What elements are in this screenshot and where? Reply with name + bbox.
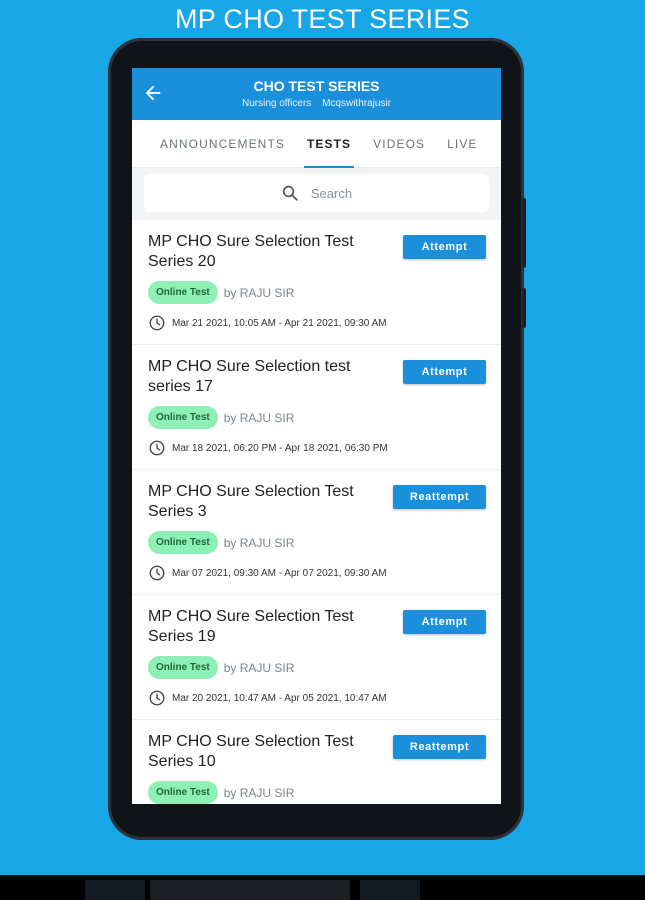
tab-tests[interactable]: TESTS xyxy=(303,120,355,168)
test-author: by RAJU SIR xyxy=(223,785,295,800)
test-meta: Online Test by RAJU SIR xyxy=(148,656,501,679)
app-bar: CHO TEST SERIES Nursing officers Mcqswit… xyxy=(132,68,501,120)
test-meta: Online Test by RAJU SIR xyxy=(148,781,501,804)
test-title: MP CHO Sure Selection Test Series 3 xyxy=(148,483,354,520)
test-author: by RAJU SIR xyxy=(223,410,295,425)
volume-button xyxy=(522,198,526,268)
test-type-badge: Online Test xyxy=(148,406,218,429)
phone-frame: CHO TEST SERIES Nursing officers Mcqswit… xyxy=(108,38,526,840)
subtitle-author: Mcqswithrajusir xyxy=(322,98,391,109)
test-author: by RAJU SIR xyxy=(223,285,295,300)
bottom-bar-block xyxy=(360,880,420,900)
test-item[interactable]: MP CHO Sure Selection Test Series 20 Atte… xyxy=(132,220,501,345)
test-schedule: Mar 20 2021, 10:47 AM - Apr 05 2021, 10:… xyxy=(148,689,501,707)
attempt-button[interactable]: Attempt xyxy=(403,610,486,634)
app-screen: CHO TEST SERIES Nursing officers Mcqswit… xyxy=(132,68,501,804)
clock-icon xyxy=(149,315,165,331)
attempt-button[interactable]: Attempt xyxy=(403,235,486,259)
test-item[interactable]: MP CHO Sure Selection Test Series 10 Reat… xyxy=(132,720,501,804)
search-input[interactable]: Search xyxy=(144,174,489,212)
tab-live[interactable]: LIVE xyxy=(447,120,477,168)
test-meta: Online Test by RAJU SIR xyxy=(148,281,501,304)
reattempt-button[interactable]: Reattempt xyxy=(393,735,486,759)
clock-icon xyxy=(149,565,165,581)
test-schedule: Mar 07 2021, 09:30 AM - Apr 07 2021, 09:… xyxy=(148,564,501,582)
test-meta: Online Test by RAJU SIR xyxy=(148,406,501,429)
page-subtitle: Nursing officers Mcqswithrajusir xyxy=(132,98,501,109)
test-type-badge: Online Test xyxy=(148,281,218,304)
test-type-badge: Online Test xyxy=(148,531,218,554)
banner-title: MP CHO TEST SERIES xyxy=(175,4,470,34)
test-list: MP CHO Sure Selection Test Series 20 Atte… xyxy=(132,220,501,804)
tab-videos[interactable]: VIDEOS xyxy=(373,120,425,168)
subtitle-category: Nursing officers xyxy=(242,98,312,109)
test-dates: Mar 21 2021, 10:05 AM - Apr 21 2021, 09:… xyxy=(172,317,387,329)
test-schedule: Mar 21 2021, 10:05 AM - Apr 21 2021, 09:… xyxy=(148,314,501,332)
reattempt-button[interactable]: Reattempt xyxy=(393,485,486,509)
test-dates: Mar 07 2021, 09:30 AM - Apr 07 2021, 09:… xyxy=(172,567,387,579)
test-item[interactable]: MP CHO Sure Selection Test Series 19 Atte… xyxy=(132,595,501,720)
test-schedule: Mar 18 2021, 06:20 PM - Apr 18 2021, 06:… xyxy=(148,439,501,457)
test-type-badge: Online Test xyxy=(148,656,218,679)
test-title: MP CHO Sure Selection Test Series 19 xyxy=(148,608,354,645)
test-author: by RAJU SIR xyxy=(223,535,295,550)
test-dates: Mar 18 2021, 06:20 PM - Apr 18 2021, 06:… xyxy=(172,442,388,454)
page-title: CHO TEST SERIES xyxy=(253,78,380,94)
test-title: MP CHO Sure Selection Test Series 20 xyxy=(148,233,354,270)
test-author: by RAJU SIR xyxy=(223,660,295,675)
bottom-bar-block xyxy=(85,880,145,900)
test-title: MP CHO Sure Selection Test Series 10 xyxy=(148,733,354,770)
tab-bar: ANNOUNCEMENTS TESTS VIDEOS LIVE xyxy=(132,120,501,168)
test-meta: Online Test by RAJU SIR xyxy=(148,531,501,554)
clock-icon xyxy=(149,440,165,456)
attempt-button[interactable]: Attempt xyxy=(403,360,486,384)
search-area: Search xyxy=(132,168,501,220)
search-placeholder: Search xyxy=(310,185,353,201)
bottom-bar-block xyxy=(150,880,350,900)
test-title: MP CHO Sure Selection test series 17 xyxy=(148,358,351,395)
clock-icon xyxy=(149,690,165,706)
tab-announcements[interactable]: ANNOUNCEMENTS xyxy=(160,120,285,168)
test-dates: Mar 20 2021, 10:47 AM - Apr 05 2021, 10:… xyxy=(172,692,387,704)
test-item[interactable]: MP CHO Sure Selection Test Series 3 Reatt… xyxy=(132,470,501,595)
test-type-badge: Online Test xyxy=(148,781,218,804)
power-button xyxy=(522,288,526,328)
search-icon xyxy=(282,185,298,201)
test-item[interactable]: MP CHO Sure Selection test series 17 Atte… xyxy=(132,345,501,470)
